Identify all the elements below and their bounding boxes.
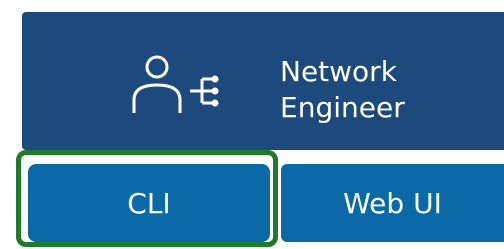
tab-web-ui[interactable]: Web UI <box>281 164 504 242</box>
role-label-line2: Engineer <box>280 91 405 124</box>
role-label: Network Engineer <box>280 54 405 126</box>
role-label-line1: Network <box>280 55 397 88</box>
tab-cli[interactable]: CLI <box>28 164 270 242</box>
role-card: Network Engineer <box>22 12 504 150</box>
network-engineer-icon <box>132 55 219 113</box>
